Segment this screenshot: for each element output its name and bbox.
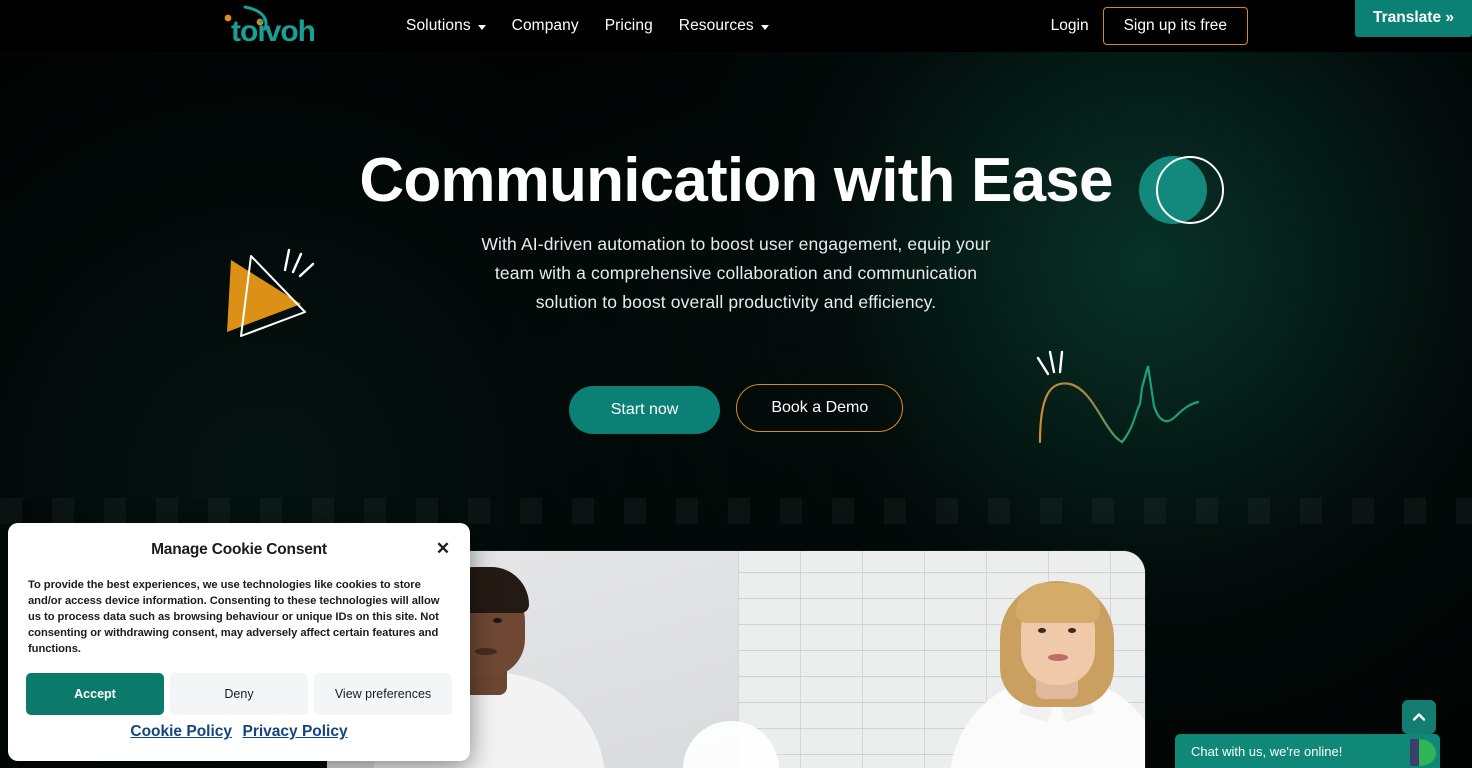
start-now-button[interactable]: Start now: [568, 386, 721, 434]
view-preferences-button[interactable]: View preferences: [314, 673, 452, 715]
person-woman-fringe: [1016, 583, 1100, 623]
person-man-mouth: [475, 648, 497, 655]
cookie-dialog-body: To provide the best experiences, we use …: [28, 579, 440, 655]
chat-widget-message: Chat with us, we're online!: [1191, 743, 1343, 759]
login-link[interactable]: Login: [1051, 17, 1089, 35]
toivoh-logo[interactable]: toivoh: [219, 0, 337, 51]
chevron-down-icon: [760, 24, 769, 30]
close-icon[interactable]: ✕: [432, 537, 454, 559]
hero-subtitle: With AI-driven automation to boost user …: [481, 234, 991, 312]
cookie-policy-links: Cookie Policy Privacy Policy: [8, 723, 470, 741]
nav-item-solutions-label: Solutions: [406, 17, 471, 34]
top-navigation-bar: toivoh Solutions Company Pricing Resourc…: [0, 0, 1472, 52]
chat-provider-logo-icon: [1410, 739, 1436, 766]
chevron-up-icon: [1412, 713, 1426, 721]
svg-text:toivoh: toivoh: [231, 15, 315, 48]
nav-item-resources-label: Resources: [678, 17, 754, 34]
page-root: toivoh Solutions Company Pricing Resourc…: [0, 0, 1472, 768]
signup-button[interactable]: Sign up its free: [1102, 7, 1248, 45]
deny-button[interactable]: Deny: [170, 673, 308, 715]
nav-item-solutions[interactable]: Solutions: [406, 17, 486, 35]
nav-item-company[interactable]: Company: [512, 17, 579, 35]
video-pane-right: [738, 551, 1145, 768]
hero-title: Communication with Ease: [359, 146, 1113, 215]
nav-item-company-label: Company: [511, 17, 579, 34]
nav-item-pricing-label: Pricing: [604, 17, 653, 34]
cookie-consent-dialog: Manage Cookie Consent ✕ To provide the b…: [8, 523, 470, 761]
translate-button[interactable]: Translate »: [1355, 0, 1472, 37]
nav-item-resources[interactable]: Resources: [679, 17, 769, 35]
person-woman-eye-left: [1038, 628, 1046, 633]
privacy-policy-link[interactable]: Privacy Policy: [242, 723, 347, 740]
accept-button[interactable]: Accept: [26, 673, 164, 715]
cookie-policy-link[interactable]: Cookie Policy: [130, 723, 232, 740]
person-man-eye-right: [493, 618, 502, 623]
cookie-dialog-title: Manage Cookie Consent: [151, 541, 327, 558]
person-woman-mouth: [1048, 654, 1068, 661]
book-demo-button[interactable]: Book a Demo: [736, 384, 904, 432]
nav-actions: Login Sign up its free: [1051, 0, 1248, 52]
scroll-to-top-button[interactable]: [1402, 700, 1436, 734]
person-woman-eye-right: [1068, 628, 1076, 633]
hero-dot-pattern: [0, 498, 1472, 524]
hero-cta-group: Start now Book a Demo: [0, 384, 1472, 434]
cookie-dialog-buttons: Accept Deny View preferences: [26, 673, 452, 715]
nav-item-pricing[interactable]: Pricing: [605, 17, 653, 35]
chat-widget-bar[interactable]: Chat with us, we're online!: [1175, 734, 1440, 768]
chevron-down-icon: [477, 24, 486, 30]
nav-links: Solutions Company Pricing Resources: [406, 0, 769, 52]
